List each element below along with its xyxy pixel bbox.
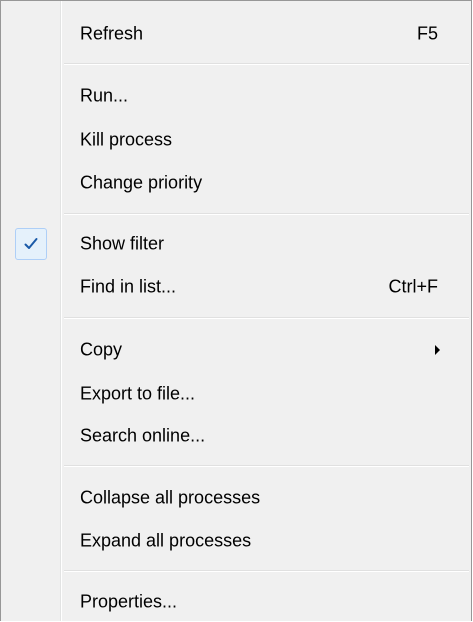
menu-item-label: Kill process: [80, 129, 173, 150]
menu-item-search-online[interactable]: Search online...: [2, 416, 470, 456]
menu-item-run[interactable]: Run...: [2, 76, 470, 116]
checkmark-icon: [24, 238, 38, 249]
menu-item-find-in-list[interactable]: Find in list... Ctrl+F: [2, 267, 470, 307]
menu-item-label: Run...: [80, 85, 129, 106]
menu-item-label: Collapse all processes: [80, 487, 261, 508]
menu-item-label: Show filter: [80, 233, 165, 254]
context-menu: Refresh F5 Run... Kill process Change pr…: [0, 0, 472, 621]
menu-item-show-filter[interactable]: Show filter: [2, 224, 470, 264]
menu-item-properties[interactable]: Properties...: [2, 582, 470, 622]
menu-item-refresh[interactable]: Refresh F5: [2, 14, 470, 54]
menu-separator: [64, 317, 469, 319]
menu-item-label: Properties...: [80, 591, 178, 612]
menu-item-label: Copy: [80, 339, 123, 360]
menu-separator: [64, 63, 469, 65]
menu-separator: [64, 465, 469, 467]
menu-item-kill-process[interactable]: Kill process: [2, 120, 470, 160]
shortcut-label: F5: [416, 23, 438, 44]
menu-item-collapse-all-processes[interactable]: Collapse all processes: [2, 478, 470, 518]
menu-item-label: Export to file...: [80, 383, 196, 404]
checkmark-box: [15, 228, 47, 260]
menu-item-label: Find in list...: [80, 276, 177, 297]
menu-separator: [64, 213, 469, 215]
menu-separator: [64, 570, 469, 572]
menu-item-label: Expand all processes: [80, 530, 252, 551]
menu-item-expand-all-processes[interactable]: Expand all processes: [2, 521, 470, 561]
menu-item-copy[interactable]: Copy: [2, 330, 470, 370]
menu-item-change-priority[interactable]: Change priority: [2, 163, 470, 203]
chevron-right-icon: [435, 345, 440, 355]
menu-item-export-to-file[interactable]: Export to file...: [2, 374, 470, 414]
menu-item-label: Refresh: [80, 23, 144, 44]
menu-item-label: Search online...: [80, 425, 206, 446]
menu-item-label: Change priority: [80, 172, 203, 193]
shortcut-label: Ctrl+F: [388, 276, 439, 297]
